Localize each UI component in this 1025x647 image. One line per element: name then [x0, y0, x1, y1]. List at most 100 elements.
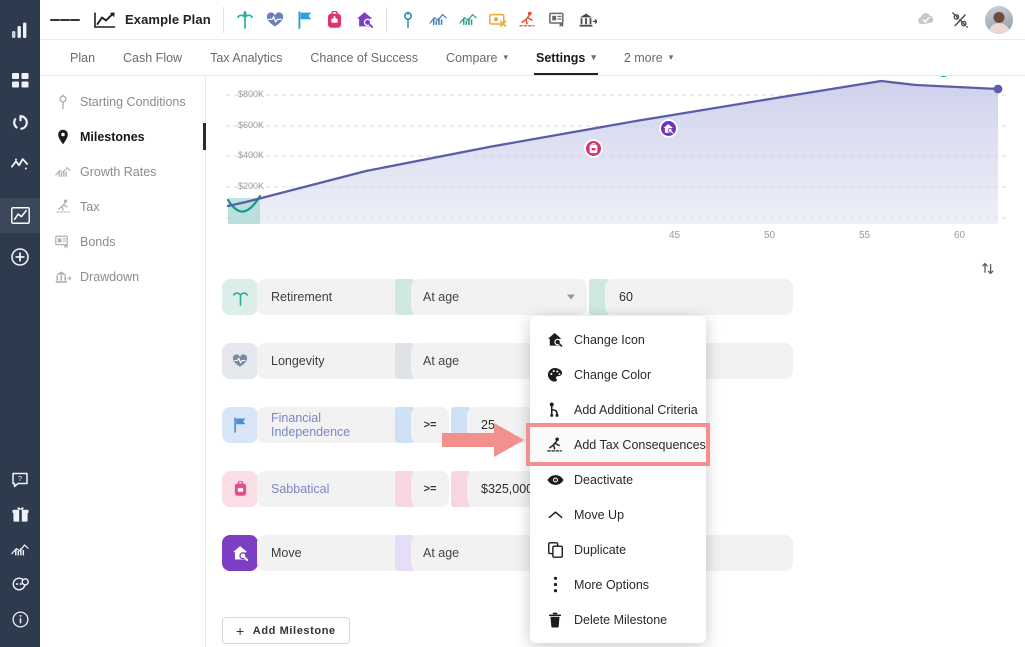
sidebar-item-milestones[interactable]: Milestones — [40, 119, 205, 154]
menu-item-label: Delete Milestone — [574, 613, 667, 627]
eye-icon — [544, 474, 566, 486]
table-row[interactable]: Retirement At age 60 — [206, 279, 1003, 315]
menu-item-more-options[interactable]: More Options — [530, 567, 706, 602]
hamburger-menu-icon[interactable] — [50, 5, 80, 35]
menu-item-duplicate[interactable]: Duplicate — [530, 532, 706, 567]
menu-item-change-color[interactable]: Change Color — [530, 357, 706, 392]
menu-item-label: Deactivate — [574, 473, 633, 487]
cloud-saved-icon[interactable] — [917, 10, 935, 30]
milestone-name[interactable]: Financial Independence — [257, 407, 401, 443]
add-icon[interactable] — [0, 239, 40, 274]
bonds-icon[interactable] — [549, 10, 567, 30]
milestone-name[interactable]: Retirement — [257, 279, 401, 315]
plus-icon: + — [236, 623, 245, 639]
sidebar-item-label: Tax — [80, 200, 99, 214]
palm-tree-icon[interactable] — [236, 10, 254, 30]
add-milestone-button[interactable]: + Add Milestone — [222, 617, 350, 644]
left-rail: ? — [0, 0, 40, 647]
tab-plan[interactable]: Plan — [56, 40, 109, 75]
tab-more[interactable]: 2 more▾ — [610, 40, 687, 75]
heartbeat-icon[interactable] — [266, 10, 284, 30]
tab-bar: Plan Cash Flow Tax Analytics Chance of S… — [40, 40, 1025, 76]
tab-compare[interactable]: Compare▾ — [432, 40, 522, 75]
no-percent-icon[interactable] — [951, 10, 969, 30]
tab-label: Plan — [70, 51, 95, 65]
add-milestone-label: Add Milestone — [253, 625, 336, 637]
net-worth-chart: $800K $600K $400K $200K 45 50 55 60 — [216, 76, 1003, 251]
growth-icon[interactable] — [0, 532, 40, 567]
rail-top-group — [0, 0, 40, 274]
tab-label: Chance of Success — [310, 51, 418, 65]
house-milestone-marker[interactable] — [659, 119, 678, 138]
divider-2 — [386, 7, 387, 33]
sidebar-item-starting-conditions[interactable]: Starting Conditions — [40, 84, 205, 119]
backpack-milestone-marker[interactable] — [584, 139, 603, 158]
info-icon[interactable] — [0, 602, 40, 637]
menu-item-move-up[interactable]: Move Up — [530, 497, 706, 532]
svg-text:?: ? — [18, 474, 22, 483]
house-search-icon — [232, 545, 249, 561]
menu-item-add-additional-criteria[interactable]: Add Additional Criteria — [530, 392, 706, 427]
growth-rate-icon[interactable] — [429, 10, 447, 30]
condition-label: At age — [423, 354, 459, 368]
top-bar: Example Plan — [40, 0, 1025, 40]
milestone-icon-badge[interactable] — [222, 407, 258, 443]
plan-logo[interactable]: Example Plan — [94, 11, 211, 29]
menu-item-deactivate[interactable]: Deactivate — [530, 462, 706, 497]
milestone-icon-badge[interactable] — [222, 471, 258, 507]
milestone-icon-badge[interactable] — [222, 343, 258, 379]
menu-item-label: Add Tax Consequences — [574, 438, 706, 452]
milestone-icon-badge[interactable] — [222, 279, 258, 315]
sort-arrows-icon[interactable] — [979, 259, 997, 277]
tax-icon[interactable] — [519, 10, 537, 30]
menu-item-add-tax-consequences[interactable]: Add Tax Consequences — [530, 427, 706, 462]
dashboard-icon[interactable] — [0, 64, 40, 99]
menu-item-change-icon[interactable]: Change Icon — [530, 322, 706, 357]
menu-item-label: Change Icon — [574, 333, 645, 347]
chevron-up-icon — [544, 510, 566, 520]
menu-item-label: Move Up — [574, 508, 624, 522]
logo-bars-icon[interactable] — [0, 12, 40, 47]
sidebar-item-bonds[interactable]: Bonds — [40, 224, 205, 259]
menu-item-delete-milestone[interactable]: Delete Milestone — [530, 602, 706, 637]
milestone-icon-badge[interactable] — [222, 535, 258, 571]
condition-label: At age — [423, 290, 459, 304]
refresh-icon[interactable] — [0, 105, 40, 140]
pin-icon — [54, 94, 72, 110]
pin-location-icon[interactable] — [399, 10, 417, 30]
condition-select[interactable]: At age — [411, 279, 587, 315]
flag-icon[interactable] — [296, 10, 314, 30]
tab-label: 2 more — [624, 51, 663, 65]
avatar[interactable] — [985, 6, 1013, 34]
no-cash-icon[interactable] — [489, 10, 507, 30]
community-icon[interactable] — [0, 567, 40, 602]
drawdown-icon[interactable] — [579, 10, 597, 30]
milestone-name[interactable]: Longevity — [257, 343, 401, 379]
rail-bottom-group: ? — [0, 462, 40, 637]
chart-svg — [216, 76, 1016, 251]
growth-rate-alt-icon[interactable] — [459, 10, 477, 30]
content-pane: $800K $600K $400K $200K 45 50 55 60 — [206, 76, 1025, 647]
tool-icon-row — [399, 10, 597, 30]
plan-chart-icon[interactable] — [0, 198, 40, 233]
milestone-icon-row — [236, 10, 374, 30]
gift-icon[interactable] — [0, 497, 40, 532]
tab-tax-analytics[interactable]: Tax Analytics — [196, 40, 296, 75]
sidebar-item-tax[interactable]: Tax — [40, 189, 205, 224]
analytics-icon[interactable] — [0, 146, 40, 181]
sidebar-item-growth-rates[interactable]: Growth Rates — [40, 154, 205, 189]
milestone-name[interactable]: Sabbatical — [257, 471, 401, 507]
backpack-icon[interactable] — [326, 10, 344, 30]
feedback-icon[interactable]: ? — [0, 462, 40, 497]
y-tick-400k: $400K — [238, 150, 264, 160]
tab-cash-flow[interactable]: Cash Flow — [109, 40, 196, 75]
operator-select[interactable]: >= — [411, 471, 449, 507]
house-search-icon[interactable] — [356, 10, 374, 30]
value-input[interactable]: 60 — [605, 279, 793, 315]
sidebar-item-drawdown[interactable]: Drawdown — [40, 259, 205, 294]
tab-chance-of-success[interactable]: Chance of Success — [296, 40, 432, 75]
tax-icon — [54, 199, 72, 214]
tab-settings[interactable]: Settings▾ — [522, 40, 610, 75]
milestone-name[interactable]: Move — [257, 535, 401, 571]
dots-vertical-icon — [544, 576, 566, 593]
